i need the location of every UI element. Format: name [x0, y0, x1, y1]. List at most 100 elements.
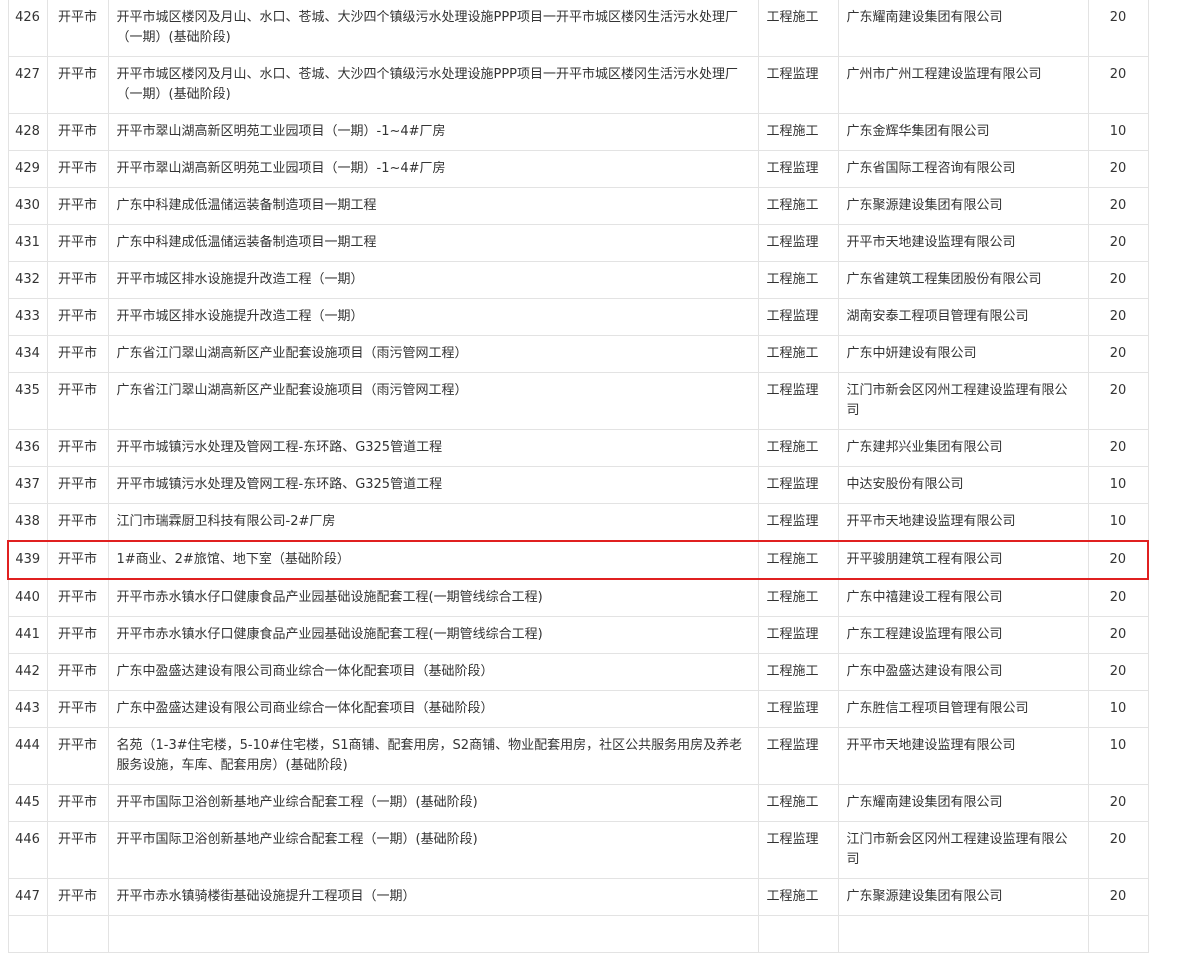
row-number: 436: [7, 429, 48, 467]
row-score: 20: [1087, 187, 1149, 225]
row-city: 开平市: [46, 540, 109, 580]
row-project: 广东中科建成低温储运装备制造项目一期工程: [107, 187, 759, 225]
table-row: 426 开平市 开平市城区楼冈及月山、水口、苍城、大沙四个镇级污水处理设施PPP…: [7, 0, 1149, 57]
row-project: 开平市城区排水设施提升改造工程（一期）: [107, 261, 759, 299]
row-score: 20: [1087, 224, 1149, 262]
row-company: 开平市天地建设监理有限公司: [837, 727, 1089, 785]
row-project: 广东中盈盛达建设有限公司商业综合一体化配套项目（基础阶段）: [107, 653, 759, 691]
row-city: 开平市: [46, 727, 109, 785]
row-company: 广东省建筑工程集团股份有限公司: [837, 261, 1089, 299]
row-type: 工程监理: [757, 616, 839, 654]
row-score: 20: [1087, 0, 1149, 57]
row-company: 广东耀南建设集团有限公司: [837, 784, 1089, 822]
row-type: 工程施工: [757, 261, 839, 299]
row-project: 广东省江门翠山湖高新区产业配套设施项目（雨污管网工程）: [107, 335, 759, 373]
row-type: 工程施工: [757, 540, 839, 580]
row-project: 广东中盈盛达建设有限公司商业综合一体化配套项目（基础阶段）: [107, 690, 759, 728]
row-number: 427: [7, 56, 48, 114]
row-city: 开平市: [46, 466, 109, 504]
row-company: 广东胜信工程项目管理有限公司: [837, 690, 1089, 728]
row-number: 440: [7, 578, 48, 617]
table-row: 427 开平市 开平市城区楼冈及月山、水口、苍城、大沙四个镇级污水处理设施PPP…: [7, 56, 1149, 114]
table-row: 444 开平市 名苑（1-3#住宅楼，5-10#住宅楼，S1商铺、配套用房，S2…: [7, 727, 1149, 785]
row-company: 广东中盈盛达建设有限公司: [837, 653, 1089, 691]
row-project: 开平市翠山湖高新区明苑工业园项目（一期）-1~4#厂房: [107, 150, 759, 188]
row-type: 工程监理: [757, 690, 839, 728]
row-company: 广州市广州工程建设监理有限公司: [837, 56, 1089, 114]
row-project: 开平市国际卫浴创新基地产业综合配套工程（一期）(基础阶段): [107, 784, 759, 822]
row-score: 20: [1087, 335, 1149, 373]
row-type: 工程监理: [757, 56, 839, 114]
row-type: 工程施工: [757, 429, 839, 467]
row-company: 广东聚源建设集团有限公司: [837, 878, 1089, 916]
row-type: 工程施工: [757, 0, 839, 57]
row-company: 广东省国际工程咨询有限公司: [837, 150, 1089, 188]
row-type: 工程施工: [757, 878, 839, 916]
row-city: 开平市: [46, 821, 109, 879]
row-city: 开平市: [46, 503, 109, 542]
row-project: 开平市赤水镇骑楼街基础设施提升工程项目（一期）: [107, 878, 759, 916]
row-number: 428: [7, 113, 48, 151]
row-company: 中达安股份有限公司: [837, 466, 1089, 504]
row-company: 广东耀南建设集团有限公司: [837, 0, 1089, 57]
row-number: 439: [7, 540, 48, 580]
row-score: 10: [1087, 690, 1149, 728]
row-score: 20: [1087, 261, 1149, 299]
table-row: 429 开平市 开平市翠山湖高新区明苑工业园项目（一期）-1~4#厂房 工程监理…: [7, 150, 1149, 188]
row-type: 工程施工: [757, 653, 839, 691]
row-city: 开平市: [46, 150, 109, 188]
row-company: 广东建邦兴业集团有限公司: [837, 429, 1089, 467]
row-type: 工程施工: [757, 113, 839, 151]
row-city: 开平市: [46, 372, 109, 430]
row-type: 工程施工: [757, 578, 839, 617]
row-project: 广东中科建成低温储运装备制造项目一期工程: [107, 224, 759, 262]
table-row: 442 开平市 广东中盈盛达建设有限公司商业综合一体化配套项目（基础阶段） 工程…: [7, 653, 1149, 691]
row-project: 开平市赤水镇水仔口健康食品产业园基础设施配套工程(一期管线综合工程): [107, 616, 759, 654]
row-type: 工程监理: [757, 503, 839, 542]
row-company: 开平市天地建设监理有限公司: [837, 224, 1089, 262]
row-score: 20: [1087, 150, 1149, 188]
row-number: 446: [7, 821, 48, 879]
row-project: 广东省江门翠山湖高新区产业配套设施项目（雨污管网工程）: [107, 372, 759, 430]
row-city: [46, 915, 109, 953]
row-type: 工程监理: [757, 372, 839, 430]
row-number: 441: [7, 616, 48, 654]
table-row: 430 开平市 广东中科建成低温储运装备制造项目一期工程 工程施工 广东聚源建设…: [7, 187, 1149, 225]
row-type: 工程施工: [757, 335, 839, 373]
row-city: 开平市: [46, 261, 109, 299]
row-company: 湖南安泰工程项目管理有限公司: [837, 298, 1089, 336]
row-city: 开平市: [46, 113, 109, 151]
row-score: 10: [1087, 503, 1149, 542]
row-project: 开平市赤水镇水仔口健康食品产业园基础设施配套工程(一期管线综合工程): [107, 578, 759, 617]
row-type: 工程监理: [757, 150, 839, 188]
row-number: 426: [7, 0, 48, 57]
row-score: 20: [1087, 616, 1149, 654]
results-table: 426 开平市 开平市城区楼冈及月山、水口、苍城、大沙四个镇级污水处理设施PPP…: [7, 0, 1149, 953]
row-score: 20: [1087, 56, 1149, 114]
row-type: 工程施工: [757, 187, 839, 225]
row-number: 430: [7, 187, 48, 225]
row-city: 开平市: [46, 690, 109, 728]
row-city: 开平市: [46, 335, 109, 373]
row-number: 443: [7, 690, 48, 728]
row-project: [107, 915, 759, 953]
row-score: [1087, 915, 1149, 953]
row-city: 开平市: [46, 616, 109, 654]
row-number: 445: [7, 784, 48, 822]
table-row: 440 开平市 开平市赤水镇水仔口健康食品产业园基础设施配套工程(一期管线综合工…: [7, 578, 1149, 617]
row-company: 江门市新会区冈州工程建设监理有限公司: [837, 372, 1089, 430]
row-project: 开平市国际卫浴创新基地产业综合配套工程（一期）(基础阶段): [107, 821, 759, 879]
row-score: 20: [1087, 372, 1149, 430]
table-row: 434 开平市 广东省江门翠山湖高新区产业配套设施项目（雨污管网工程） 工程施工…: [7, 335, 1149, 373]
row-type: 工程监理: [757, 727, 839, 785]
row-company: 广东中妍建设有限公司: [837, 335, 1089, 373]
row-number: 433: [7, 298, 48, 336]
row-project: 1#商业、2#旅馆、地下室（基础阶段）: [107, 540, 759, 580]
row-project: 开平市城区楼冈及月山、水口、苍城、大沙四个镇级污水处理设施PPP项目一开平市城区…: [107, 56, 759, 114]
row-score: 20: [1087, 578, 1149, 617]
row-city: 开平市: [46, 653, 109, 691]
row-score: 10: [1087, 113, 1149, 151]
row-city: 开平市: [46, 298, 109, 336]
row-company: 开平市天地建设监理有限公司: [837, 503, 1089, 542]
table-row: 438 开平市 江门市瑞霖厨卫科技有限公司-2#厂房 工程监理 开平市天地建设监…: [7, 503, 1149, 542]
